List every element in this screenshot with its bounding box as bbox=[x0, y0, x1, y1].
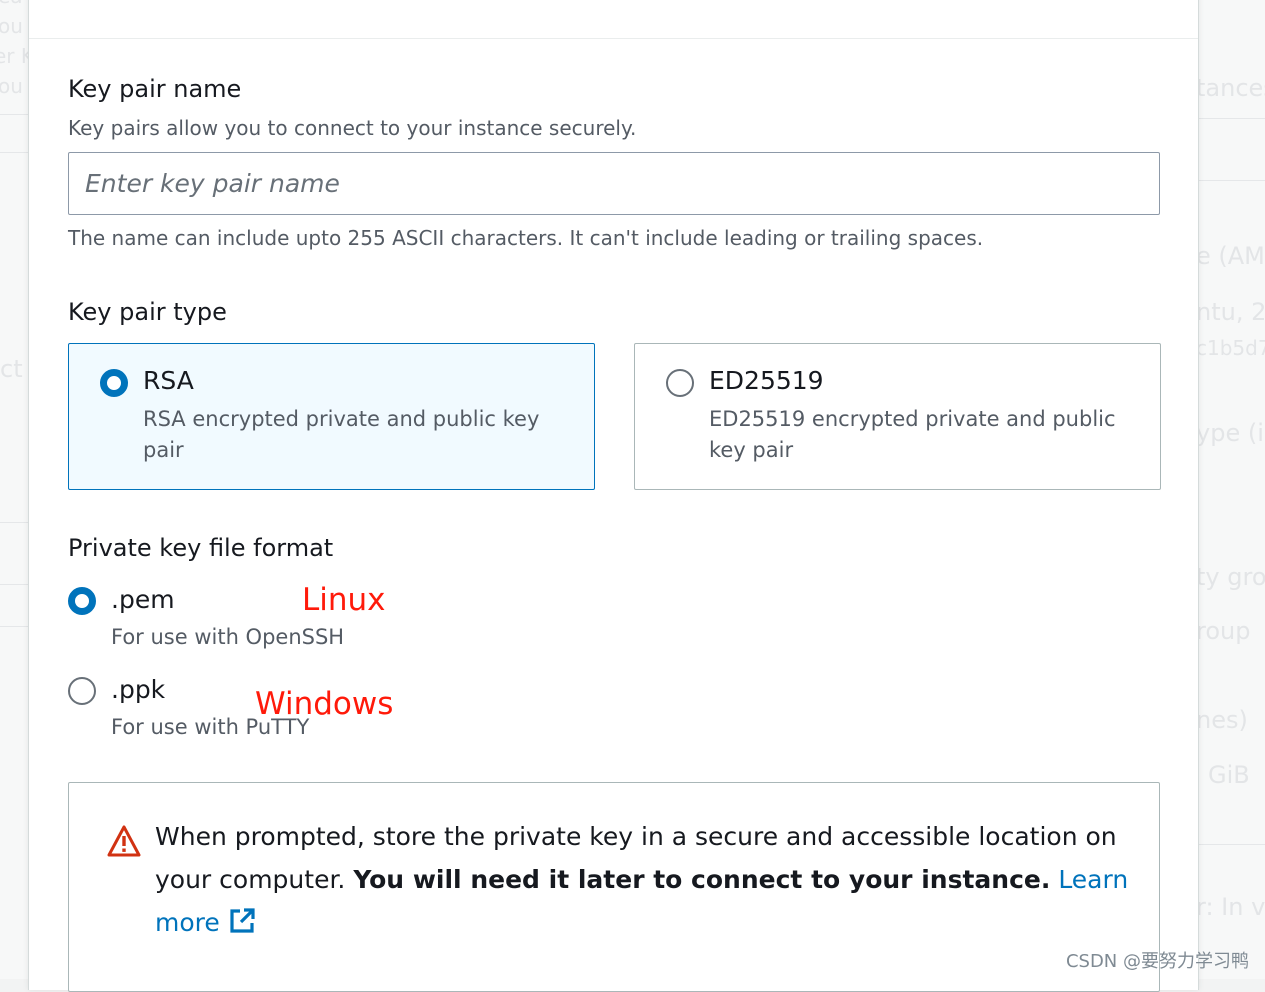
pem-description: For use with OpenSSH bbox=[111, 625, 344, 649]
bg-divider bbox=[1199, 180, 1265, 181]
rsa-radio[interactable] bbox=[100, 369, 128, 397]
key-type-tile-ed25519[interactable]: ED25519 ED25519 encrypted private and pu… bbox=[634, 343, 1161, 490]
bg-text: ty gro bbox=[1196, 563, 1265, 591]
bg-text: ntu, 2 bbox=[1196, 298, 1265, 326]
key-type-tile-rsa[interactable]: RSA RSA encrypted private and public key… bbox=[68, 343, 595, 490]
key-pair-name-description: Key pairs allow you to connect to your i… bbox=[68, 116, 636, 140]
bg-text: GiB bbox=[1208, 761, 1250, 789]
bg-text: ype (i bbox=[1196, 419, 1264, 447]
bg-text: r: In v bbox=[1196, 893, 1265, 921]
key-pair-type-label: Key pair type bbox=[68, 298, 227, 326]
bg-text: tances bbox=[1196, 74, 1265, 102]
bg-divider bbox=[1199, 118, 1265, 119]
bg-text: roup bbox=[1196, 617, 1250, 645]
pem-title[interactable]: .pem bbox=[111, 585, 175, 614]
bg-divider bbox=[0, 584, 28, 585]
bg-divider bbox=[0, 114, 28, 115]
key-pair-name-constraint: The name can include upto 255 ASCII char… bbox=[68, 226, 983, 250]
annotation-linux: Linux bbox=[302, 582, 386, 618]
bg-divider bbox=[0, 626, 28, 627]
alert-message: When prompted, store the private key in … bbox=[155, 815, 1145, 944]
external-link-icon[interactable] bbox=[228, 907, 256, 935]
create-key-pair-modal: Key pair name Key pairs allow you to con… bbox=[28, 0, 1199, 990]
rsa-title: RSA bbox=[143, 366, 194, 395]
key-pair-name-label: Key pair name bbox=[68, 75, 241, 103]
annotation-windows: Windows bbox=[255, 686, 393, 722]
watermark: CSDN @要努力学习鸭 bbox=[1066, 947, 1249, 973]
bg-text: nes) bbox=[1196, 706, 1248, 734]
ed25519-radio[interactable] bbox=[666, 369, 694, 397]
bg-text: ct bbox=[0, 355, 23, 383]
bg-text: c1b5d7 bbox=[1196, 336, 1265, 360]
rsa-description: RSA encrypted private and public key pai… bbox=[143, 404, 563, 466]
key-pair-name-input[interactable] bbox=[68, 152, 1160, 215]
warning-icon bbox=[107, 825, 141, 857]
ppk-radio[interactable] bbox=[68, 677, 96, 705]
ed25519-description: ED25519 encrypted private and public key… bbox=[709, 404, 1129, 466]
bg-divider bbox=[1199, 844, 1265, 845]
bg-text: ou bbox=[0, 74, 23, 98]
bg-text: e (AM bbox=[1196, 242, 1265, 270]
ppk-title[interactable]: .ppk bbox=[111, 675, 165, 704]
bg-text: ea bbox=[0, 0, 23, 8]
bg-divider bbox=[0, 152, 28, 153]
modal-header-divider bbox=[29, 38, 1198, 39]
bg-text: ou bbox=[0, 14, 23, 38]
bg-divider bbox=[0, 522, 28, 523]
alert-text-bold: You will need it later to connect to you… bbox=[353, 865, 1050, 894]
pem-radio[interactable] bbox=[68, 587, 96, 615]
private-key-warning-alert: When prompted, store the private key in … bbox=[68, 782, 1160, 992]
private-key-format-label: Private key file format bbox=[68, 534, 333, 562]
ed25519-title: ED25519 bbox=[709, 366, 824, 395]
